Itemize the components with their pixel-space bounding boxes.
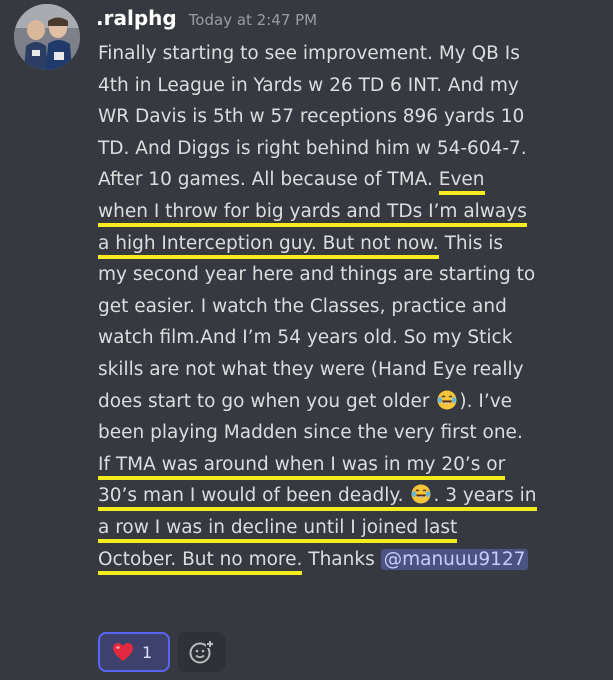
message-text: get easier. I watch the Classes, practic… (98, 295, 507, 317)
heart-emoji (113, 643, 133, 661)
username[interactable]: .ralphg (96, 6, 177, 30)
message-text: Finally starting to see improvement. My … (98, 43, 520, 64)
message-text: After 10 games. All because of TMA. (98, 169, 433, 191)
message-line: get easier. I watch the Classes, practic… (98, 291, 606, 323)
add-reaction-icon (189, 640, 214, 664)
highlighted-text: 30’s man I would of been deadly. . 3 yea… (98, 484, 537, 512)
message-line: been playing Madden since the very first… (98, 417, 606, 449)
highlighted-text: Even (438, 169, 485, 196)
message-text: TD. And Diggs is right behind him w 54-6… (98, 137, 527, 159)
message-line: 4th in League in Yards w 26 TD 6 INT. An… (98, 70, 606, 102)
message-line: watch film.And I’m 54 years old. So my S… (98, 322, 606, 354)
reaction-count: 1 (142, 642, 153, 662)
message-line: October. But no more. Thanks @manuuu9127 (98, 544, 606, 576)
user-mention[interactable]: @manuuu9127 (380, 548, 529, 570)
message-text: 4th in League in Yards w 26 TD 6 INT. An… (98, 74, 519, 96)
heart-reaction-button[interactable]: 1 (98, 632, 170, 672)
message-line: 30’s man I would of been deadly. . 3 yea… (98, 480, 606, 512)
message-header: .ralphg Today at 2:47 PM (96, 6, 317, 36)
message-text: my second year here and things are start… (98, 264, 536, 286)
add-reaction-button[interactable] (178, 632, 226, 672)
message-text: skills are not what they were (Hand Eye … (98, 358, 524, 380)
message-content: Finally starting to see improvement. My … (98, 38, 606, 575)
highlighted-text: a high Interception guy. But not now. (98, 232, 439, 259)
message-text: Thanks (302, 548, 381, 570)
message-text: ). I’ve (459, 390, 513, 412)
message-text: been playing Madden since the very first… (98, 422, 523, 444)
message-text: WR Davis is 5th w 57 receptions 896 yard… (98, 106, 525, 128)
message-text: watch film.And I’m 54 years old. So my S… (98, 327, 513, 349)
message-text: 30’s man I would of been deadly. (98, 485, 404, 507)
message-line: After 10 games. All because of TMA. Even (98, 164, 606, 196)
message-line: TD. And Diggs is right behind him w 54-6… (98, 133, 606, 165)
highlighted-text: October. But no more. (98, 548, 303, 575)
message-text: does start to go when you get older (98, 390, 430, 412)
highlighted-text: If TMA was around when I was in my 20’s … (98, 453, 506, 480)
message-line: skills are not what they were (Hand Eye … (98, 354, 606, 386)
message-text: This is (438, 232, 504, 254)
reactions-bar: 1 (98, 632, 226, 672)
highlighted-text: when I throw for big yards and TDs I’m a… (98, 200, 527, 227)
message-line: WR Davis is 5th w 57 receptions 896 yard… (98, 101, 606, 133)
avatar[interactable] (14, 4, 80, 70)
laughing-tears-emoji (411, 484, 431, 504)
message-line: when I throw for big yards and TDs I’m a… (98, 196, 606, 228)
message-text: . 3 years in (433, 485, 537, 507)
laughing-tears-emoji (437, 390, 457, 410)
timestamp[interactable]: Today at 2:47 PM (189, 11, 317, 29)
message-line: my second year here and things are start… (98, 259, 606, 291)
message-line: a high Interception guy. But not now. Th… (98, 228, 606, 260)
chat-message: .ralphg Today at 2:47 PM Finally startin… (0, 0, 613, 680)
message-line: does start to go when you get older ). I… (98, 386, 606, 418)
message-line: If TMA was around when I was in my 20’s … (98, 449, 606, 481)
message-line: Finally starting to see improvement. My … (98, 38, 606, 70)
highlighted-text: a row I was in decline until I joined la… (98, 516, 458, 543)
message-line: a row I was in decline until I joined la… (98, 512, 606, 544)
